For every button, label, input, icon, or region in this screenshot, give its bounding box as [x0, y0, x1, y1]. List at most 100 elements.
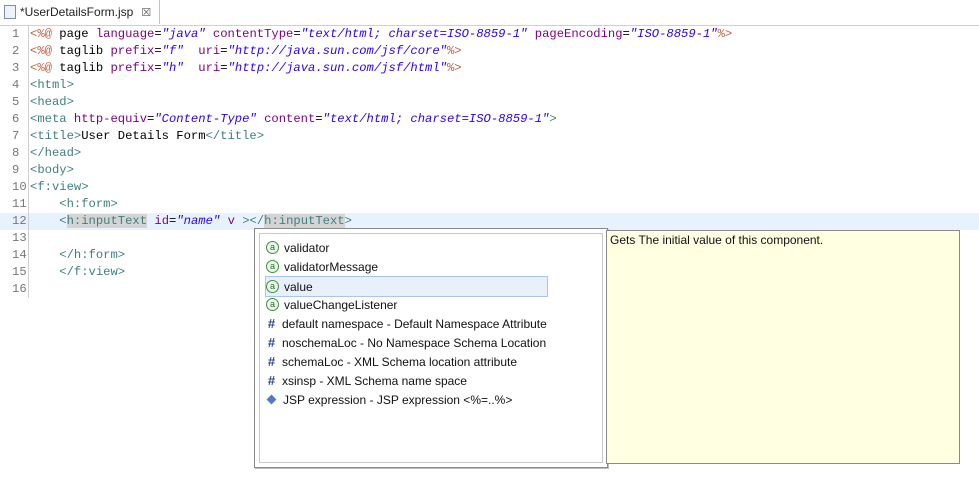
line-number: 14 [12, 247, 29, 264]
code-token: = [154, 44, 162, 58]
code-line[interactable]: 1 <%@ page language="java" contentType="t… [0, 26, 979, 43]
code-token: "f" [161, 44, 184, 58]
code-token: contentType [212, 27, 294, 41]
tab-user-details-form[interactable]: *UserDetailsForm.jsp ☒ [0, 0, 161, 24]
editor-tab-bar: *UserDetailsForm.jsp ☒ [0, 0, 979, 26]
line-number: 4 [12, 77, 29, 94]
proposal-label: valueChangeListener [284, 297, 398, 312]
proposal-item[interactable]: a value [265, 276, 548, 297]
code-token: "text/html; charset=ISO-8859-1" [300, 27, 528, 41]
code-text: <body> [30, 162, 74, 179]
code-token: < [59, 214, 67, 228]
code-token: %> [446, 44, 462, 58]
code-token: "java" [161, 27, 206, 41]
namespace-icon: # [267, 316, 276, 331]
line-number: 1 [12, 26, 29, 43]
code-token: uri [198, 44, 221, 58]
proposal-list[interactable]: a validator a validatorMessage a value a valueC… [259, 233, 603, 463]
code-line[interactable]: 7 <title>User Details Form</title> [0, 128, 979, 145]
namespace-icon: # [267, 354, 276, 369]
code-text: </h:form> [30, 247, 125, 264]
code-text: <%@ taglib prefix="f" uri="http://java.s… [30, 43, 462, 60]
proposal-label: validatorMessage [284, 259, 379, 274]
code-token: <f:view> [30, 180, 89, 194]
proposal-item[interactable]: a validatorMessage [266, 257, 548, 276]
code-token: > [344, 214, 352, 228]
code-token: h:inputText [66, 214, 148, 228]
proposal-label: JSP expression - JSP expression <%=..%> [283, 392, 513, 407]
code-token: <%@ [30, 44, 52, 58]
close-icon[interactable]: ☒ [141, 6, 151, 19]
code-token: </head> [30, 146, 82, 160]
code-token: = [220, 44, 228, 58]
proposal-item[interactable]: # default namespace - Default Namespace A… [266, 314, 548, 333]
code-token: </title> [205, 129, 265, 143]
proposal-label: value [284, 279, 313, 294]
proposal-documentation: Gets The initial value of this component… [606, 230, 960, 464]
code-token: <title> [30, 129, 82, 143]
code-token: http-equiv [73, 112, 148, 126]
code-token: <h:form> [59, 197, 118, 211]
line-number: 11 [12, 196, 29, 213]
code-text: <title>User Details Form</title> [30, 128, 264, 145]
proposal-item[interactable]: a validator [266, 238, 548, 257]
proposal-item[interactable]: JSP expression - JSP expression <%=..%> [266, 390, 548, 409]
code-token: </h:form> [59, 248, 126, 262]
code-line[interactable]: 9 <body> [0, 162, 979, 179]
proposal-item[interactable]: a valueChangeListener [266, 295, 548, 314]
proposal-item[interactable]: # schemaLoc - XML Schema location attribu… [266, 352, 548, 371]
proposal-item[interactable]: # xsinsp - XML Schema name space [266, 371, 548, 390]
code-text: <f:view> [30, 179, 89, 196]
code-line[interactable]: 10 <f:view> [0, 179, 979, 196]
code-token: = [315, 112, 323, 126]
line-number: 12 [12, 213, 29, 230]
line-number: 13 [12, 230, 29, 247]
code-token: > [549, 112, 557, 126]
content-assist-popup: a validator a validatorMessage a value a valueC… [254, 228, 608, 468]
code-token: ></ [242, 214, 265, 228]
line-number: 7 [12, 128, 29, 145]
code-token: = [220, 61, 228, 75]
code-token: language [95, 27, 155, 41]
code-token: <%@ [30, 61, 52, 75]
code-token: "http://java.sun.com/jsf/core" [227, 44, 447, 58]
code-token: "Content-Type" [154, 112, 257, 126]
code-token: uri [198, 61, 221, 75]
proposal-item[interactable]: # noschemaLoc - No Namespace Schema Locat… [266, 333, 548, 352]
attribute-icon: a [266, 241, 279, 254]
line-number: 6 [12, 111, 29, 128]
code-line[interactable]: 3 <%@ taglib prefix="h" uri="http://java.… [0, 60, 979, 77]
code-text: </head> [30, 145, 81, 162]
code-token: User Details Form [81, 129, 206, 143]
code-token: taglib [51, 61, 111, 75]
code-token: = [154, 61, 162, 75]
code-line[interactable]: 4 <html> [0, 77, 979, 94]
proposal-label: schemaLoc - XML Schema location attribut… [282, 354, 518, 369]
code-text: <%@ taglib prefix="h" uri="http://java.s… [30, 60, 462, 77]
code-text: <head> [30, 94, 74, 111]
proposal-label: validator [284, 240, 330, 255]
code-token: %> [446, 61, 462, 75]
code-line[interactable]: 8 </head> [0, 145, 979, 162]
code-token: content [264, 112, 316, 126]
code-token: = [154, 27, 162, 41]
code-editor[interactable]: 1 <%@ page language="java" contentType="t… [0, 26, 979, 487]
code-line[interactable]: 2 <%@ taglib prefix="f" uri="http://java.… [0, 43, 979, 60]
code-line[interactable]: 6 <meta http-equiv = "Content-Type" content… [0, 111, 979, 128]
attribute-icon: a [266, 280, 279, 293]
code-text: <h:form> [30, 196, 118, 213]
line-number: 2 [12, 43, 29, 60]
code-line[interactable]: 5 <head> [0, 94, 979, 111]
namespace-icon: # [267, 373, 276, 388]
code-text: <html> [30, 77, 74, 94]
code-token: </f:view> [59, 265, 126, 279]
code-line[interactable]: 11 <h:form> [0, 196, 979, 213]
doc-text: Gets The initial value of this component… [610, 233, 824, 247]
line-number: 9 [12, 162, 29, 179]
